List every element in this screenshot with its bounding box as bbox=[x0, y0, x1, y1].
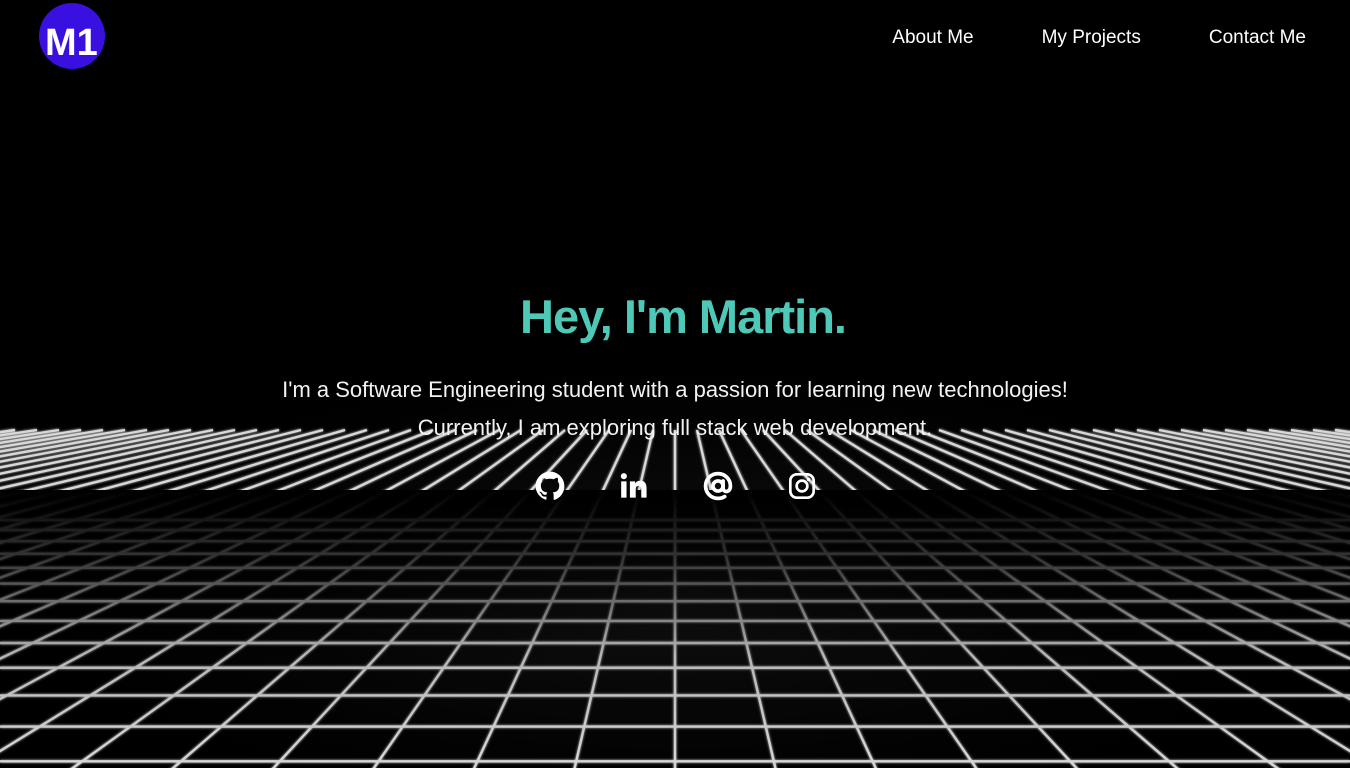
github-icon bbox=[535, 471, 564, 500]
hero-intro: I'm a Software Engineering student with … bbox=[0, 371, 1350, 447]
hero-title: Hey, I'm Martin. bbox=[520, 290, 847, 343]
instagram-icon bbox=[788, 472, 815, 500]
main-nav: About Me My Projects Contact Me bbox=[824, 24, 1306, 52]
nav-contact-me[interactable]: Contact Me bbox=[1209, 24, 1306, 52]
linkedin-icon bbox=[620, 473, 647, 498]
github-link[interactable] bbox=[532, 468, 568, 504]
nav-about-me[interactable]: About Me bbox=[892, 24, 973, 52]
nav-my-projects[interactable]: My Projects bbox=[1042, 24, 1141, 52]
hero-intro-line-1: I'm a Software Engineering student with … bbox=[282, 377, 1068, 402]
logo-monogram-icon: M1 bbox=[45, 22, 98, 64]
at-sign-icon bbox=[703, 471, 732, 501]
logo-text: M1 bbox=[45, 22, 98, 64]
instagram-link[interactable] bbox=[784, 468, 820, 504]
site-header: M1 About Me My Projects Contact Me bbox=[0, 0, 1350, 76]
logo[interactable]: M1 bbox=[39, 3, 105, 69]
email-link[interactable] bbox=[700, 468, 736, 504]
linkedin-link[interactable] bbox=[616, 468, 652, 504]
hero-section: Hey, I'm Martin. I'm a Software Engineer… bbox=[0, 286, 1350, 447]
social-links bbox=[0, 468, 1350, 504]
hero-intro-line-2: Currently, I am exploring full stack web… bbox=[417, 415, 933, 440]
